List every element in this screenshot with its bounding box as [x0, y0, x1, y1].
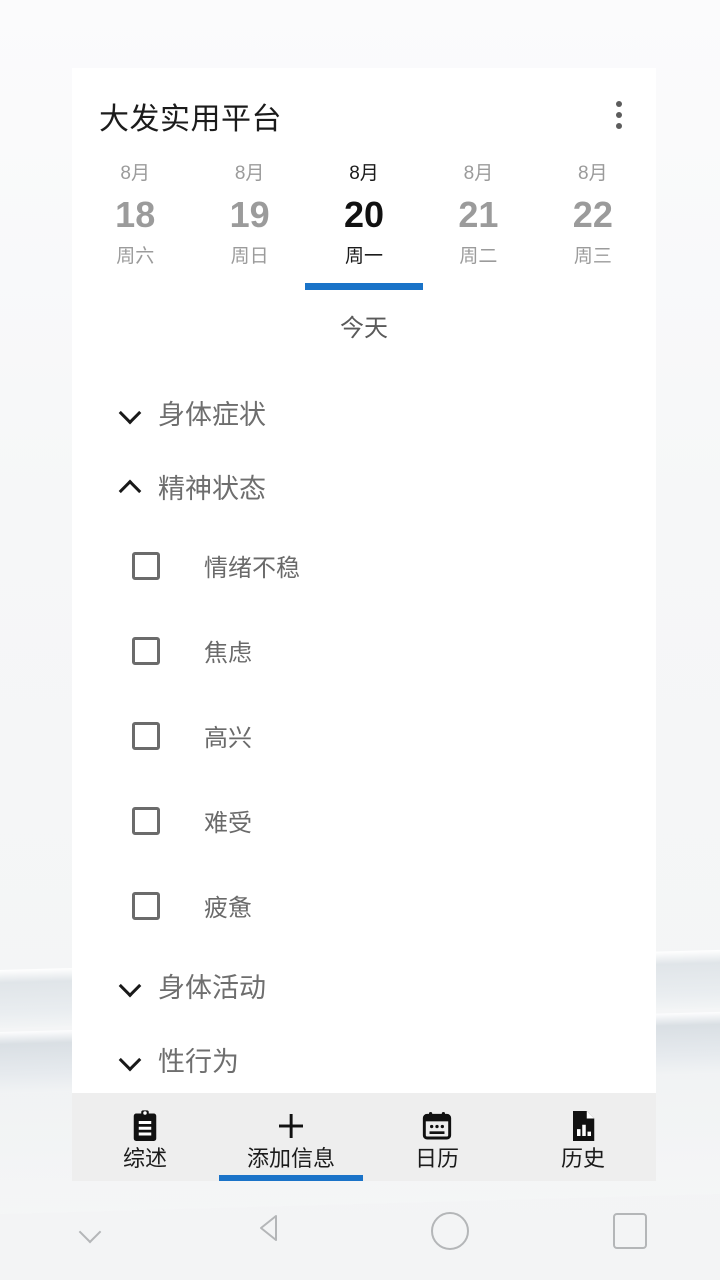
date-day: 22 — [572, 194, 613, 235]
date-cell-18[interactable]: 8月 18 周六 — [78, 150, 192, 300]
section-label: 精神状态 — [158, 473, 266, 504]
tab-history[interactable]: 历史 — [510, 1093, 656, 1181]
section-header-mental-state[interactable]: 精神状态 — [72, 449, 656, 523]
date-weekday: 周三 — [573, 246, 612, 267]
date-month: 8月 — [578, 163, 608, 184]
chevron-down-icon — [120, 1048, 142, 1070]
section-label: 性行为 — [158, 1046, 239, 1077]
checkbox-row-anxiety[interactable]: 焦虑 — [72, 608, 656, 693]
checkbox-row-fatigue[interactable]: 疲惫 — [72, 863, 656, 948]
page-title: 大发实用平台 — [99, 103, 282, 136]
home-button[interactable] — [360, 1201, 540, 1261]
date-month: 8月 — [234, 163, 265, 184]
date-selected-underline — [305, 283, 424, 290]
date-month: 8月 — [120, 163, 150, 184]
checkbox-row-uncomfortable[interactable]: 难受 — [72, 778, 656, 863]
app-bar: 大发实用平台 — [72, 68, 656, 150]
date-weekday: 周二 — [459, 246, 498, 267]
checkbox-label: 疲惫 — [204, 895, 252, 922]
section-header-physical-activity[interactable]: 身体活动 — [72, 948, 656, 1022]
today-label: 今天 — [340, 315, 388, 342]
calendar-icon — [421, 1109, 453, 1143]
date-day: 18 — [115, 194, 156, 235]
tab-label: 历史 — [560, 1145, 605, 1171]
chevron-down-icon — [120, 974, 142, 996]
date-month: 8月 — [463, 163, 494, 184]
chevron-down-icon — [120, 401, 142, 423]
tab-label: 添加信息 — [246, 1145, 335, 1171]
section-label: 身体症状 — [158, 399, 266, 430]
date-day: 19 — [229, 194, 270, 235]
circle-home-icon — [431, 1211, 469, 1250]
section-header-body-symptoms[interactable]: 身体症状 — [72, 375, 656, 449]
menu-dot — [616, 112, 622, 118]
chart-document-icon — [568, 1109, 598, 1143]
checkbox-label: 难受 — [204, 810, 252, 837]
checkbox-row-emotional-instability[interactable]: 情绪不稳 — [72, 523, 656, 608]
date-strip: 8月 18 周六 8月 19 周日 8月 20 周一 8月 21 周二 8月 2… — [72, 150, 656, 300]
screen: 大发实用平台 8月 18 周六 8月 19 周日 8月 20 周一 8月 21 … — [0, 0, 720, 1280]
tab-label: 日历 — [414, 1145, 459, 1171]
checkbox[interactable] — [132, 721, 160, 750]
checkbox[interactable] — [132, 891, 160, 920]
hide-keyboard-button[interactable] — [0, 1201, 180, 1261]
menu-dot — [616, 101, 622, 107]
back-button[interactable] — [180, 1201, 360, 1261]
date-weekday: 周日 — [230, 246, 269, 267]
date-day: 21 — [458, 194, 499, 235]
date-month: 8月 — [349, 163, 379, 184]
section-label: 身体活动 — [158, 972, 266, 1003]
checkbox-label: 高兴 — [204, 725, 252, 752]
recents-button[interactable] — [540, 1201, 720, 1261]
plus-icon — [275, 1109, 307, 1143]
tab-overview[interactable]: 综述 — [72, 1093, 218, 1181]
triangle-back-icon — [255, 1211, 285, 1250]
date-cell-22[interactable]: 8月 22 周三 — [536, 150, 650, 300]
date-weekday: 周一 — [345, 246, 384, 267]
checkbox-label: 焦虑 — [204, 640, 252, 667]
chevron-up-icon — [120, 475, 142, 497]
more-vertical-icon[interactable] — [604, 98, 634, 132]
clipboard-icon — [130, 1109, 160, 1143]
date-cell-19[interactable]: 8月 19 周日 — [192, 150, 306, 300]
tab-calendar[interactable]: 日历 — [364, 1093, 510, 1181]
tab-label: 综述 — [122, 1145, 167, 1171]
menu-dot — [616, 123, 622, 129]
checkbox-row-happy[interactable]: 高兴 — [72, 693, 656, 778]
system-navigation-bar — [0, 1181, 720, 1280]
date-cell-21[interactable]: 8月 21 周二 — [421, 150, 535, 300]
date-cell-20[interactable]: 8月 20 周一 — [305, 150, 424, 300]
symptom-list: 身体症状 精神状态 情绪不稳 焦虑 高兴 难受 疲惫 身体活动 性行为 — [72, 343, 656, 1093]
date-day: 20 — [343, 194, 385, 235]
square-recents-icon — [613, 1212, 647, 1249]
section-header-sexual-activity[interactable]: 性行为 — [72, 1022, 656, 1093]
chevron-down-icon — [77, 1224, 103, 1238]
checkbox[interactable] — [132, 806, 160, 835]
tab-add-info[interactable]: 添加信息 — [218, 1093, 364, 1181]
checkbox[interactable] — [132, 551, 160, 580]
app-window: 大发实用平台 8月 18 周六 8月 19 周日 8月 20 周一 8月 21 … — [72, 68, 656, 1093]
bottom-tab-bar: 综述 添加信息 日历 历史 — [72, 1093, 656, 1181]
checkbox[interactable] — [132, 636, 160, 665]
date-weekday: 周六 — [116, 246, 155, 267]
checkbox-label: 情绪不稳 — [204, 555, 300, 582]
